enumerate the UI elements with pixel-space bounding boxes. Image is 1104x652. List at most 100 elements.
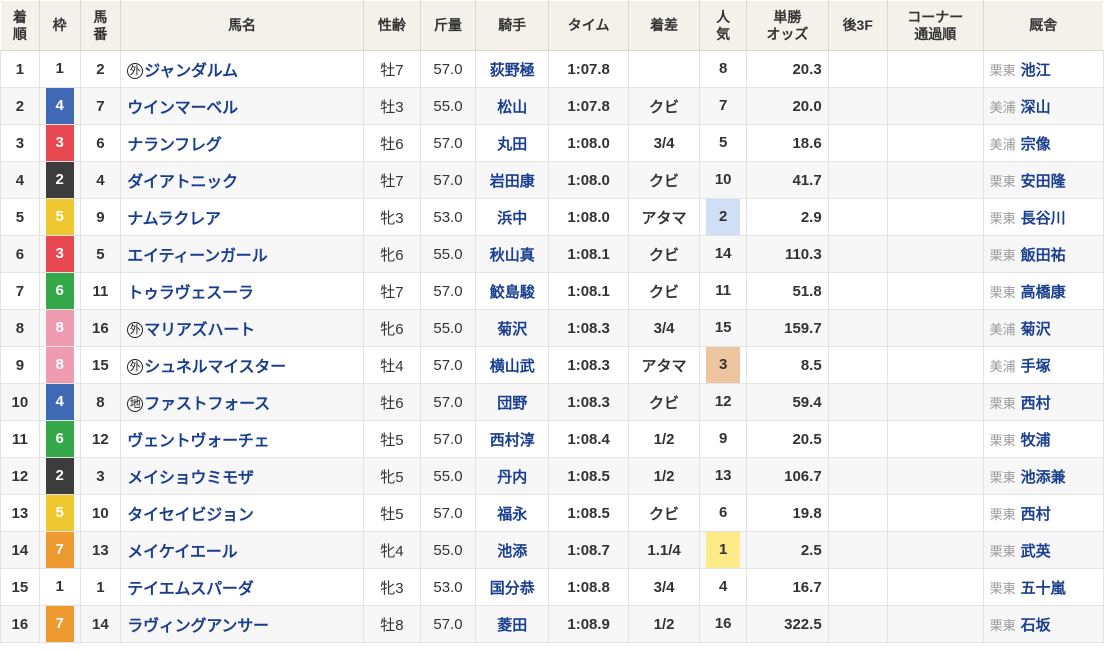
trainer-link[interactable]: 高橋康	[1021, 284, 1066, 301]
trainer-link[interactable]: 石坂	[1021, 617, 1051, 634]
cell-corner	[886, 235, 984, 273]
horse-name-link[interactable]: マリアズハート	[144, 322, 255, 339]
table-body: 1 1 2 外ジャンダルム 牡7 57.0 荻野極 1:07.8 8 20.3 栗東 池江 2 4 7 ウイン…	[0, 50, 1104, 643]
table-row: 11 6 12 ヴェントヴォーチェ 牡5 57.0 西村淳 1:08.4 1/2 9 20.5 栗東牧…	[0, 420, 1104, 458]
horse-name-link[interactable]: トゥラヴェスーラ	[127, 285, 254, 302]
column-header-time: タイム	[548, 0, 629, 51]
stable-area-label: 美浦	[989, 358, 1016, 374]
cell-horse-name: メイケイエール	[120, 531, 364, 569]
cell-weight: 57.0	[419, 494, 477, 532]
cell-frame: 3	[38, 124, 81, 162]
trainer-link[interactable]: 西村	[1021, 395, 1051, 412]
jockey-link[interactable]: 菊沢	[497, 321, 527, 338]
cell-time: 1:08.4	[548, 420, 629, 458]
cell-stable: 栗東 西村	[982, 383, 1104, 421]
trainer-link[interactable]: 五十嵐	[1021, 580, 1066, 597]
horse-name-link[interactable]: ダイアトニック	[127, 174, 238, 191]
cell-last-3f	[827, 50, 888, 88]
horse-name-link[interactable]: ラヴィングアンサー	[127, 618, 269, 635]
jockey-link[interactable]: 池添	[497, 543, 527, 560]
frame-badge: 8	[45, 310, 74, 346]
cell-jockey: 横山武	[474, 346, 550, 384]
popularity-badge: 9	[719, 430, 728, 447]
horse-name-link[interactable]: ナムラクレア	[127, 211, 221, 228]
cell-jockey: 西村淳	[474, 420, 550, 458]
header-pop-line2: 気	[716, 25, 731, 42]
horse-name-link[interactable]: ファストフォース	[144, 396, 270, 413]
jockey-link[interactable]: 菱田	[497, 617, 527, 634]
cell-rank: 8	[0, 309, 40, 347]
cell-odds: 106.7	[746, 457, 829, 495]
jockey-link[interactable]: 国分恭	[490, 580, 535, 597]
trainer-link[interactable]: 池添兼	[1021, 469, 1066, 486]
cell-popularity: 2	[699, 198, 748, 236]
cell-popularity: 16	[699, 605, 748, 643]
popularity-badge: 11	[715, 282, 732, 299]
cell-last-3f	[827, 605, 888, 643]
trainer-link[interactable]: 安田隆	[1021, 173, 1066, 190]
cell-jockey: 団野	[474, 383, 550, 421]
horse-name-link[interactable]: エイティーンガール	[127, 248, 267, 265]
trainer-link[interactable]: 池江	[1021, 62, 1051, 79]
jockey-link[interactable]: 西村淳	[490, 432, 535, 449]
cell-rank: 5	[0, 198, 40, 236]
cell-stable: 栗東 武英	[982, 531, 1104, 569]
cell-odds: 18.6	[746, 124, 829, 162]
jockey-link[interactable]: 丸田	[497, 136, 527, 153]
jockey-link[interactable]: 丹内	[497, 469, 527, 486]
cell-weight: 53.0	[419, 568, 477, 606]
jockey-link[interactable]: 松山	[497, 99, 527, 116]
cell-last-3f	[827, 494, 888, 532]
horse-name-link[interactable]: メイケイエール	[127, 544, 237, 561]
popularity-badge: 13	[714, 467, 732, 484]
jockey-link[interactable]: 荻野極	[490, 62, 535, 79]
cell-frame: 5	[38, 494, 81, 532]
trainer-link[interactable]: 菊沢	[1021, 321, 1051, 338]
cell-sex-age: 牡6	[362, 124, 421, 162]
cell-frame: 8	[38, 309, 81, 347]
jockey-link[interactable]: 岩田康	[490, 173, 535, 190]
horse-name-link[interactable]: ウインマーベル	[127, 100, 238, 117]
horse-name-link[interactable]: ナランフレグ	[127, 137, 222, 154]
trainer-link[interactable]: 西村	[1021, 506, 1051, 523]
trainer-link[interactable]: 牧浦	[1021, 432, 1051, 449]
trainer-link[interactable]: 宗像	[1021, 136, 1051, 153]
jockey-link[interactable]: 鮫島駿	[490, 284, 535, 301]
table-row: 1 1 2 外ジャンダルム 牡7 57.0 荻野極 1:07.8 8 20.3 栗東 池江	[0, 50, 1104, 88]
cell-odds: 19.8	[746, 494, 829, 532]
cell-sex-age: 牝6	[362, 309, 421, 347]
cell-jockey: 丹内	[474, 457, 550, 495]
horse-name-link[interactable]: テイエムスパーダ	[127, 581, 253, 598]
stable-area-label: 栗東	[989, 284, 1016, 300]
trainer-link[interactable]: 飯田祐	[1021, 247, 1066, 264]
cell-rank: 16	[0, 605, 40, 643]
horse-name-link[interactable]: メイショウミモザ	[127, 470, 254, 487]
trainer-link[interactable]: 深山	[1021, 99, 1051, 116]
horse-name-link[interactable]: ジャンダルム	[144, 63, 238, 80]
jockey-link[interactable]: 横山武	[490, 358, 535, 375]
trainer-link[interactable]: 武英	[1021, 543, 1051, 560]
cell-corner	[886, 346, 984, 384]
cell-weight: 57.0	[419, 272, 477, 310]
jockey-link[interactable]: 浜中	[497, 210, 527, 227]
cell-frame: 2	[38, 457, 81, 495]
cell-last-3f	[827, 568, 888, 606]
cell-stable: 栗東 高橋康	[982, 272, 1104, 310]
table-row: 14 7 13 メイケイエール 牝4 55.0 池添 1:08.7 1.1/4 1 2.5 栗東 武英	[0, 531, 1104, 569]
frame-badge: 7	[45, 532, 74, 568]
cell-popularity: 6	[699, 494, 748, 532]
stable-area-label: 栗東	[989, 247, 1016, 263]
jockey-link[interactable]: 福永	[497, 506, 527, 523]
trainer-link[interactable]: 長谷川	[1021, 210, 1066, 227]
cell-time: 1:07.8	[548, 50, 629, 88]
horse-name-link[interactable]: ヴェントヴォーチェ	[127, 433, 269, 450]
cell-horse-name: ヴェントヴォーチェ	[120, 420, 364, 458]
trainer-link[interactable]: 手塚	[1021, 358, 1051, 375]
cell-horse-name: ダイアトニック	[120, 161, 364, 199]
jockey-link[interactable]: 秋山真	[490, 247, 535, 264]
popularity-badge: 12	[714, 393, 732, 410]
horse-name-link[interactable]: シュネルマイスター	[144, 359, 286, 376]
horse-name-link[interactable]: タイセイビジョン	[127, 507, 254, 524]
jockey-link[interactable]: 団野	[497, 395, 527, 412]
cell-horse-number: 14	[79, 605, 122, 643]
